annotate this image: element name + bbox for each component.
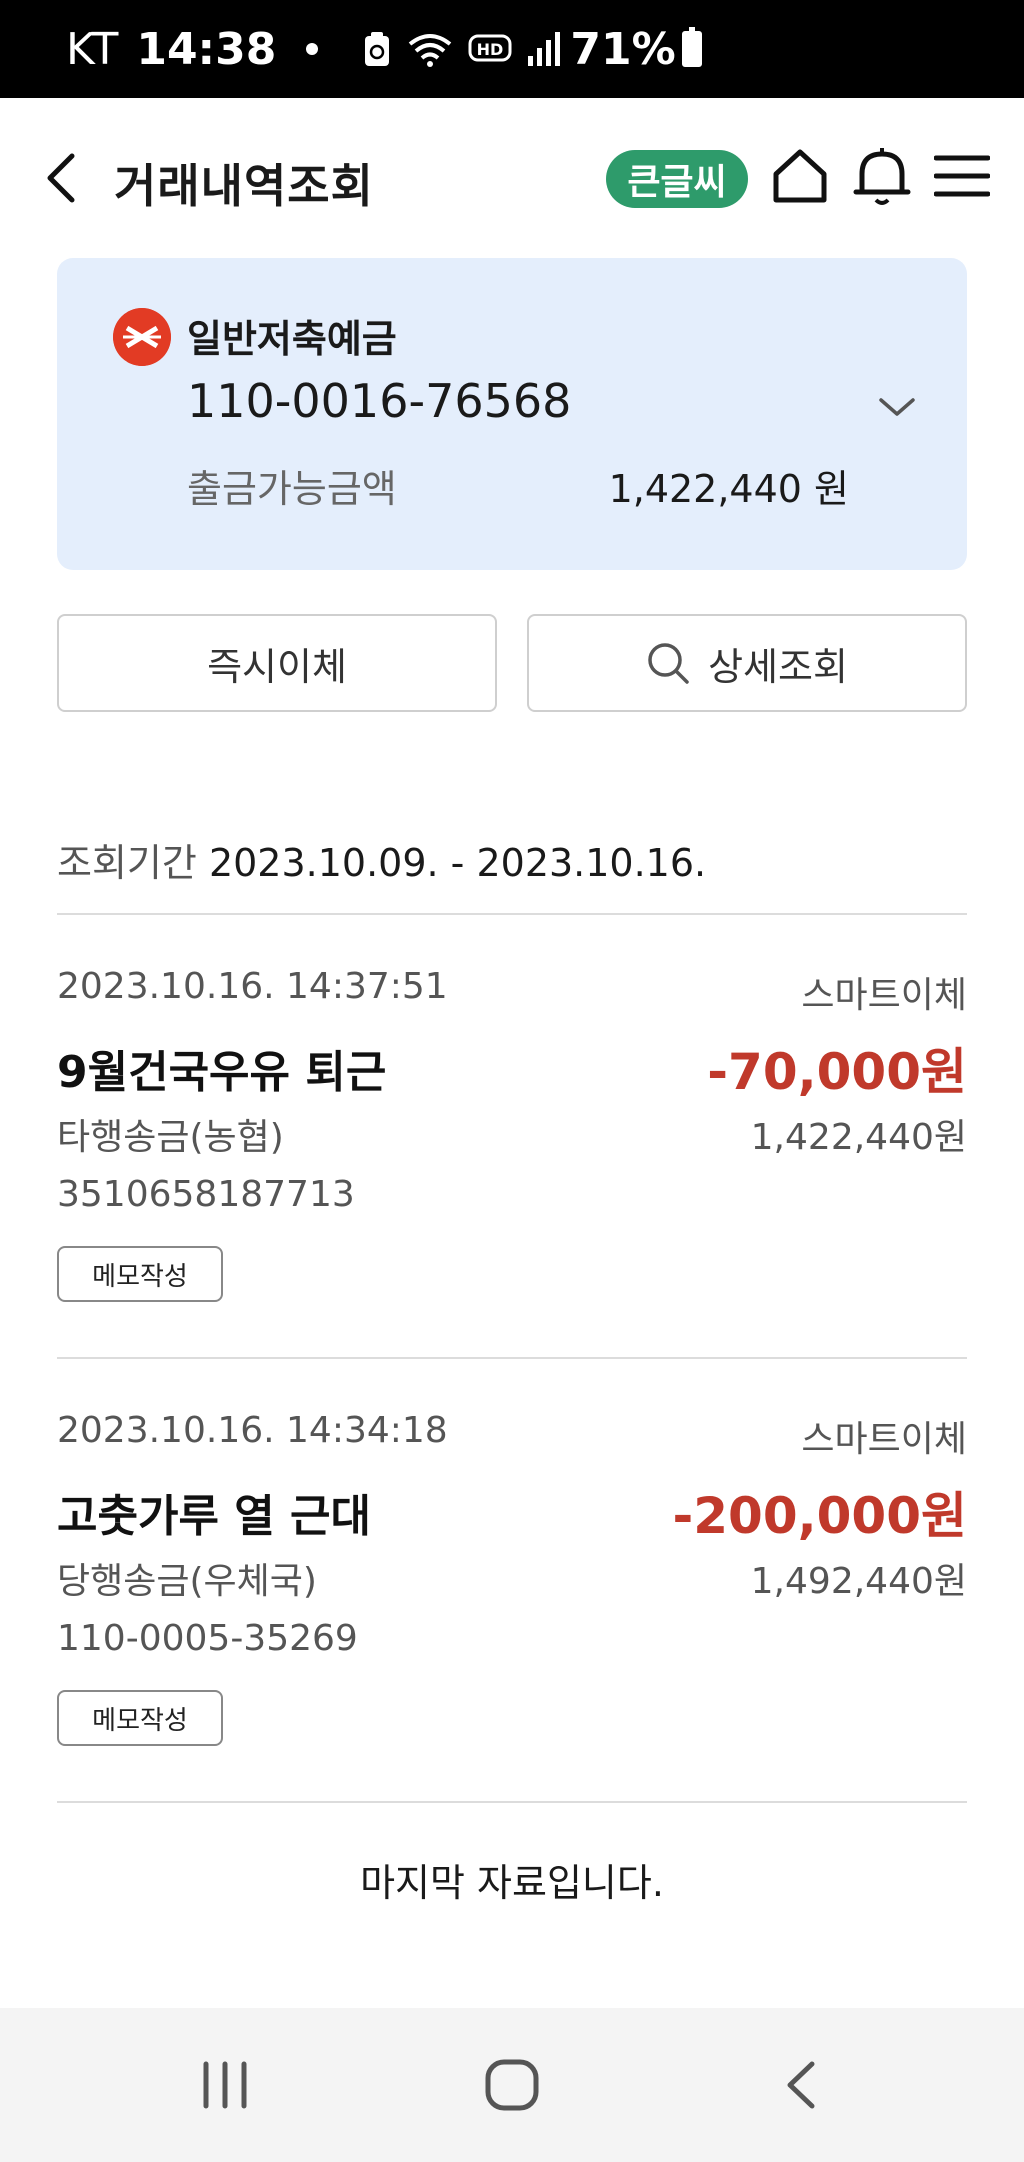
transaction-type: 스마트이체 bbox=[801, 975, 967, 1016]
transaction-type: 스마트이체 bbox=[801, 1419, 967, 1460]
divider bbox=[57, 1801, 967, 1803]
big-font-button[interactable]: 큰글씨 bbox=[606, 150, 748, 208]
notification-dot bbox=[306, 43, 319, 55]
status-icons: HD bbox=[362, 30, 562, 68]
counterparty-account: 110-0005-35269 bbox=[57, 1618, 358, 1659]
counterparty-account: 3510658187713 bbox=[57, 1174, 355, 1215]
post-office-logo bbox=[113, 308, 171, 366]
wifi-icon bbox=[409, 34, 452, 67]
transaction-amount: -200,000원 bbox=[672, 1487, 968, 1545]
divider bbox=[57, 913, 967, 915]
recent-apps-icon[interactable] bbox=[200, 2060, 250, 2110]
account-name: 일반저축예금 bbox=[187, 317, 397, 361]
period-range: 2023.10.09. - 2023.10.16. bbox=[208, 841, 707, 885]
detail-search-label: 상세조회 bbox=[708, 644, 848, 689]
transaction-balance: 1,422,440원 bbox=[750, 1117, 967, 1158]
period-label: 조회기간 bbox=[57, 841, 197, 885]
bell-icon[interactable] bbox=[852, 144, 912, 208]
app-header: 거래내역조회 큰글씨 bbox=[0, 98, 1024, 258]
transaction-item[interactable]: 2023.10.16. 14:37:51 스마트이체 9월건국우유 퇴근 -70… bbox=[57, 966, 967, 1406]
system-nav-bar bbox=[0, 2008, 1024, 2162]
transaction-bank: 타행송금(농협) bbox=[57, 1117, 284, 1158]
available-balance-value: 1,422,440 원 bbox=[608, 467, 849, 511]
home-icon[interactable] bbox=[770, 146, 830, 206]
instant-transfer-label: 즉시이체 bbox=[207, 644, 347, 689]
transaction-memo: 고춧가루 열 근대 bbox=[57, 1491, 371, 1542]
back-icon[interactable] bbox=[40, 148, 84, 208]
transaction-amount: -70,000원 bbox=[707, 1043, 967, 1101]
home-nav-icon[interactable] bbox=[484, 2058, 540, 2112]
hd-voice-icon: HD bbox=[468, 34, 512, 62]
svg-text:HD: HD bbox=[477, 40, 504, 59]
account-number: 110-0016-76568 bbox=[187, 374, 572, 428]
page-title: 거래내역조회 bbox=[114, 159, 374, 213]
signal-icon bbox=[528, 32, 561, 66]
chevron-down-icon[interactable] bbox=[877, 392, 917, 422]
transaction-item[interactable]: 2023.10.16. 14:34:18 스마트이체 고춧가루 열 근대 -20… bbox=[57, 1410, 967, 1850]
transaction-bank: 당행송금(우체국) bbox=[57, 1561, 317, 1602]
available-balance-label: 출금가능금액 bbox=[187, 467, 397, 511]
carrier-label: KT bbox=[66, 23, 119, 75]
instant-transfer-button[interactable]: 즉시이체 bbox=[57, 614, 497, 712]
battery-percent: 71% bbox=[570, 23, 676, 75]
query-period: 조회기간 2023.10.09. - 2023.10.16. bbox=[57, 832, 706, 887]
status-bar: KT 14:38 HD 71% bbox=[0, 0, 1024, 98]
transaction-memo: 9월건국우유 퇴근 bbox=[57, 1047, 387, 1098]
divider bbox=[57, 1357, 967, 1359]
detail-search-button[interactable]: 상세조회 bbox=[527, 614, 967, 712]
menu-icon[interactable] bbox=[934, 152, 990, 200]
write-memo-button[interactable]: 메모작성 bbox=[57, 1246, 223, 1302]
battery-icon bbox=[681, 27, 702, 67]
search-icon bbox=[648, 643, 689, 684]
back-nav-icon[interactable] bbox=[780, 2060, 820, 2110]
clock: 14:38 bbox=[136, 23, 277, 75]
recycle-icon bbox=[365, 32, 390, 66]
transaction-datetime: 2023.10.16. 14:37:51 bbox=[57, 966, 448, 1007]
account-card[interactable]: 일반저축예금 110-0016-76568 출금가능금액 1,422,440 원 bbox=[57, 258, 967, 570]
end-of-list-message: 마지막 자료입니다. bbox=[360, 1861, 664, 1905]
write-memo-button[interactable]: 메모작성 bbox=[57, 1690, 223, 1746]
transaction-balance: 1,492,440원 bbox=[750, 1561, 967, 1602]
transaction-datetime: 2023.10.16. 14:34:18 bbox=[57, 1410, 448, 1451]
